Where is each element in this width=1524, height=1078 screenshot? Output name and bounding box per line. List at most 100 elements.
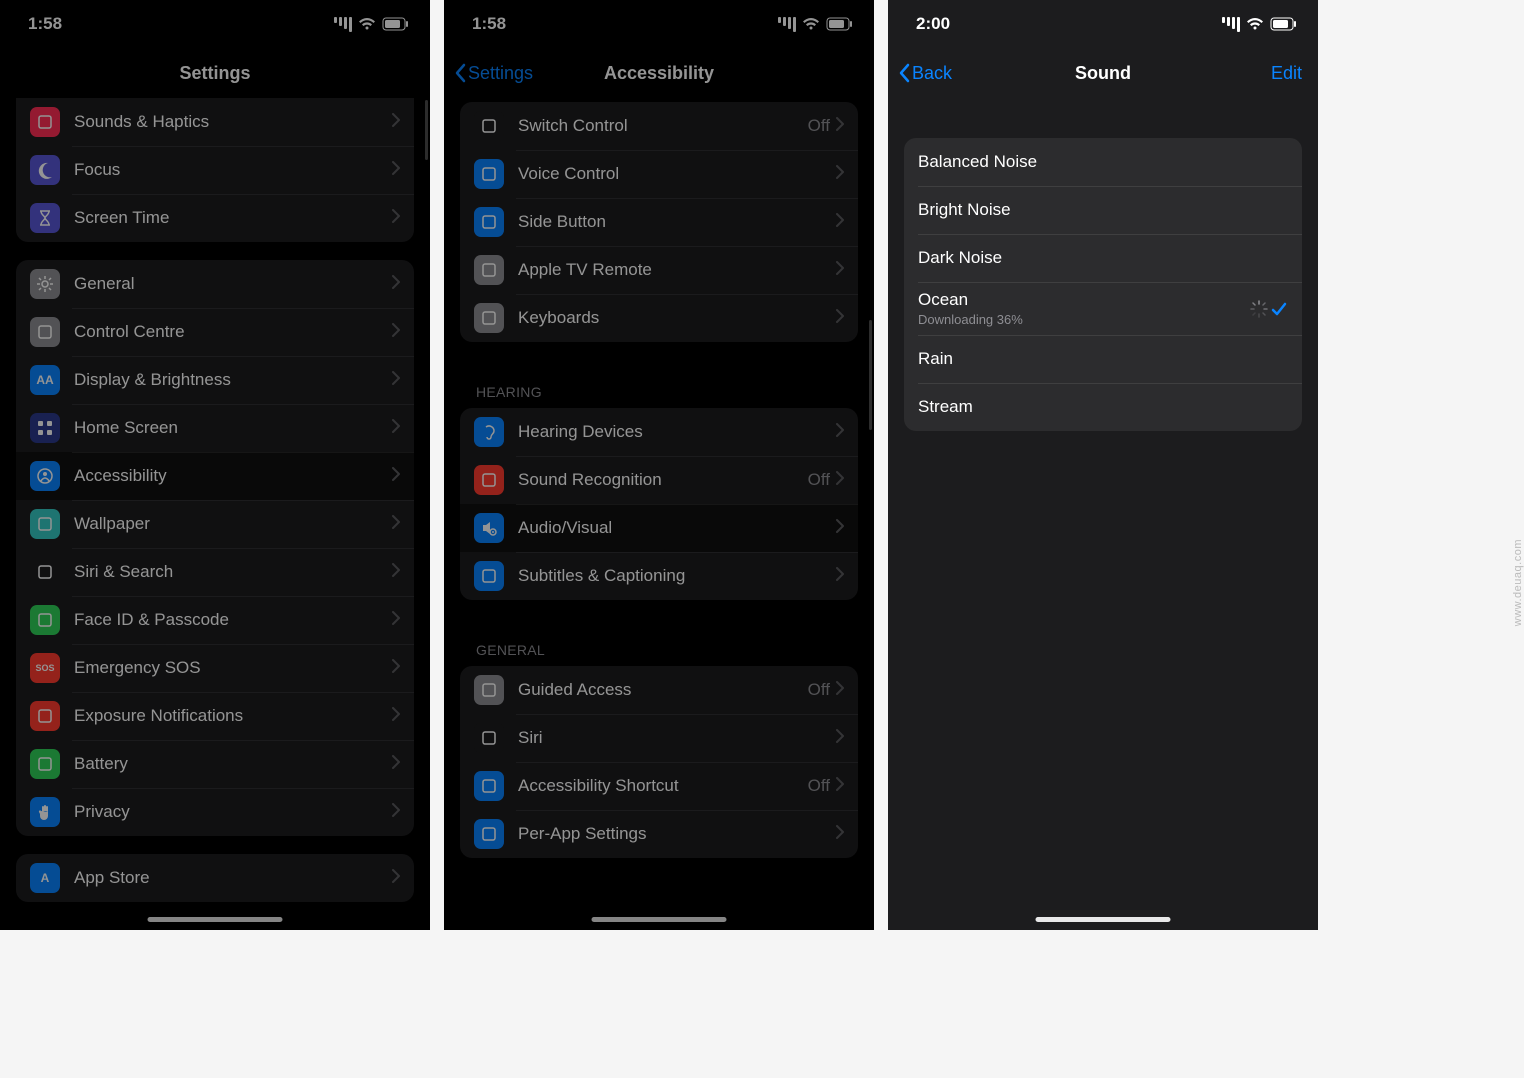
chevron-right-icon <box>392 869 400 888</box>
row-value: Off <box>808 470 830 490</box>
A-icon: A <box>30 863 60 893</box>
accessibility-row[interactable]: Voice Control <box>460 150 858 198</box>
accessibility-row[interactable]: Switch ControlOff <box>460 102 858 150</box>
cellular-icon <box>1220 17 1240 32</box>
settings-row[interactable]: Wallpaper <box>16 500 414 548</box>
back-button[interactable]: Back <box>898 63 952 84</box>
row-label: Accessibility <box>74 466 392 486</box>
settings-row[interactable]: Accessibility <box>16 452 414 500</box>
back-label: Back <box>912 63 952 84</box>
status-time: 1:58 <box>28 14 62 34</box>
row-label: Battery <box>74 754 392 774</box>
switch-icon <box>474 111 504 141</box>
accessibility-row[interactable]: Accessibility ShortcutOff <box>460 762 858 810</box>
tap-icon <box>474 771 504 801</box>
av-icon <box>474 513 504 543</box>
row-label: Guided Access <box>518 680 808 700</box>
spinner-icon <box>1250 300 1268 318</box>
chevron-right-icon <box>392 113 400 132</box>
settings-row[interactable]: SOSEmergency SOS <box>16 644 414 692</box>
settings-row[interactable]: A App Store <box>16 854 414 902</box>
kb-icon <box>474 303 504 333</box>
chevron-right-icon <box>392 707 400 726</box>
page-title: Sound <box>1075 63 1131 84</box>
flower-icon <box>30 509 60 539</box>
row-label: Ocean <box>918 290 1240 310</box>
home-indicator <box>1036 917 1171 922</box>
settings-row[interactable]: Screen Time <box>16 194 414 242</box>
app-icon <box>474 819 504 849</box>
accessibility-row[interactable]: Side Button <box>460 198 858 246</box>
row-label: Face ID & Passcode <box>74 610 392 630</box>
sound-row[interactable]: Bright Noise <box>904 186 1302 234</box>
siri-icon <box>30 557 60 587</box>
settings-row[interactable]: General <box>16 260 414 308</box>
sound-row[interactable]: Stream <box>904 383 1302 431</box>
chevron-right-icon <box>392 515 400 534</box>
watermark: www.deuaq.com <box>1512 539 1524 626</box>
screen-settings: 1:58 Settings Sounds & Haptics Focus Scree… <box>0 0 430 930</box>
chevron-right-icon <box>836 117 844 136</box>
row-label: Focus <box>74 160 392 180</box>
sound-row[interactable]: OceanDownloading 36% <box>904 282 1302 335</box>
sound-row[interactable]: Rain <box>904 335 1302 383</box>
row-label: General <box>74 274 392 294</box>
chevron-right-icon <box>836 471 844 490</box>
sound-list[interactable]: Balanced NoiseBright NoiseDark NoiseOcea… <box>888 98 1318 930</box>
side-icon <box>474 207 504 237</box>
settings-row[interactable]: Privacy <box>16 788 414 836</box>
settings-row[interactable]: Battery <box>16 740 414 788</box>
row-label: Display & Brightness <box>74 370 392 390</box>
accessibility-row[interactable]: Keyboards <box>460 294 858 342</box>
moon-icon <box>30 155 60 185</box>
row-label: Accessibility Shortcut <box>518 776 808 796</box>
accessibility-list[interactable]: Switch ControlOffVoice ControlSide Butto… <box>444 98 874 930</box>
settings-row[interactable]: Home Screen <box>16 404 414 452</box>
back-button[interactable]: Settings <box>454 63 533 84</box>
sound-row[interactable]: Balanced Noise <box>904 138 1302 186</box>
row-label: Per-App Settings <box>518 824 836 844</box>
accessibility-row[interactable]: Per-App Settings <box>460 810 858 858</box>
row-value: Off <box>808 680 830 700</box>
settings-row[interactable]: Exposure Notifications <box>16 692 414 740</box>
row-label: Subtitles & Captioning <box>518 566 836 586</box>
settings-row[interactable]: AADisplay & Brightness <box>16 356 414 404</box>
nav-bar: Back Sound Edit <box>888 48 1318 98</box>
row-label: Side Button <box>518 212 836 232</box>
page-title: Settings <box>179 63 250 84</box>
status-icons <box>332 17 410 32</box>
row-label: Switch Control <box>518 116 808 136</box>
status-bar: 2:00 <box>888 0 1318 48</box>
sound-row[interactable]: Dark Noise <box>904 234 1302 282</box>
face-icon <box>30 605 60 635</box>
row-label: App Store <box>74 868 392 888</box>
accessibility-row[interactable]: Sound RecognitionOff <box>460 456 858 504</box>
checkmark-icon <box>1268 300 1288 318</box>
settings-row[interactable]: Siri & Search <box>16 548 414 596</box>
voice-icon <box>474 159 504 189</box>
row-label: Apple TV Remote <box>518 260 836 280</box>
settings-list[interactable]: Sounds & Haptics Focus Screen Time General… <box>0 98 430 930</box>
accessibility-row[interactable]: Guided AccessOff <box>460 666 858 714</box>
gear-icon <box>30 269 60 299</box>
accessibility-row[interactable]: Audio/Visual <box>460 504 858 552</box>
accessibility-row[interactable]: Hearing Devices <box>460 408 858 456</box>
chevron-right-icon <box>392 419 400 438</box>
home-indicator <box>592 917 727 922</box>
battery-icon <box>30 749 60 779</box>
settings-row[interactable]: Control Centre <box>16 308 414 356</box>
cellular-icon <box>332 17 352 32</box>
chevron-right-icon <box>392 371 400 390</box>
settings-row[interactable]: Sounds & Haptics <box>16 98 414 146</box>
accessibility-row[interactable]: Siri <box>460 714 858 762</box>
settings-row[interactable]: Focus <box>16 146 414 194</box>
accessibility-row[interactable]: Apple TV Remote <box>460 246 858 294</box>
sliders-icon <box>30 317 60 347</box>
accessibility-row[interactable]: Subtitles & Captioning <box>460 552 858 600</box>
section-header-hearing: HEARING <box>460 360 858 408</box>
ear-icon <box>474 417 504 447</box>
row-label: Bright Noise <box>918 200 1288 220</box>
row-label: Sounds & Haptics <box>74 112 392 132</box>
settings-row[interactable]: Face ID & Passcode <box>16 596 414 644</box>
edit-button[interactable]: Edit <box>1271 63 1302 84</box>
